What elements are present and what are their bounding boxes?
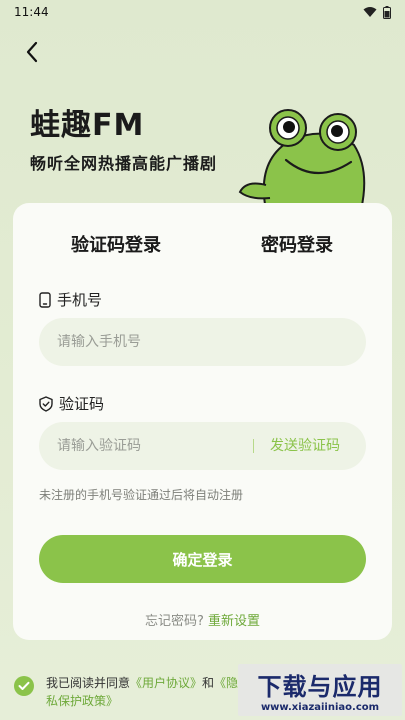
frog-mascot-image — [238, 109, 366, 210]
code-label-row: 验证码 — [39, 393, 104, 414]
brand-title: 蛙趣FM — [30, 108, 145, 143]
tab-password-login[interactable]: 密码登录 — [261, 231, 333, 257]
phone-field — [39, 318, 366, 366]
status-icons — [363, 5, 391, 19]
status-time: 11:44 — [14, 5, 49, 19]
check-icon — [18, 681, 30, 690]
agreement-checkbox[interactable] — [14, 676, 34, 696]
reset-password-link[interactable]: 重新设置 — [208, 614, 260, 629]
agreement-row: 我已阅读并同意《用户协议》和《隐私保护政策》 — [14, 674, 246, 710]
watermark-logo: 下载与应用 www.xiazaiiniao.com — [238, 664, 402, 716]
back-arrow-icon — [26, 41, 38, 63]
user-agreement-link[interactable]: 《用户协议》 — [130, 676, 202, 690]
auto-register-hint: 未注册的手机号验证通过后将自动注册 — [39, 488, 244, 502]
login-card: 验证码登录 密码登录 手机号 验证码 发送验证码 未注册的手机号验证通过后将自动… — [13, 203, 392, 640]
code-input[interactable] — [57, 438, 253, 454]
brand-slogan: 畅听全网热播高能广播剧 — [30, 154, 218, 173]
phone-input[interactable] — [57, 334, 348, 350]
code-field: 发送验证码 — [39, 422, 366, 470]
agreement-and: 和 — [202, 676, 215, 690]
tab-sms-login[interactable]: 验证码登录 — [71, 231, 161, 257]
watermark-main-text: 下载与应用 — [257, 673, 383, 701]
battery-icon — [383, 5, 391, 19]
phone-label-row: 手机号 — [39, 289, 102, 310]
agreement-text: 我已阅读并同意《用户协议》和《隐私保护政策》 — [46, 674, 246, 710]
agreement-prefix: 我已阅读并同意 — [46, 676, 131, 690]
shield-icon — [39, 395, 53, 412]
status-bar: 11:44 — [0, 0, 405, 24]
wifi-icon — [363, 7, 377, 17]
forgot-password-row: 忘记密码? 重新设置 — [13, 610, 392, 629]
phone-label: 手机号 — [57, 291, 103, 309]
confirm-login-button[interactable]: 确定登录 — [39, 535, 366, 583]
send-code-button[interactable]: 发送验证码 — [253, 439, 340, 453]
phone-icon — [39, 291, 51, 308]
code-label: 验证码 — [59, 395, 105, 413]
login-tabs: 验证码登录 密码登录 — [13, 231, 392, 265]
back-button[interactable] — [18, 38, 46, 66]
watermark-url: www.xiazaiiniao.com — [260, 702, 380, 713]
forgot-password-text: 忘记密码? — [144, 614, 204, 629]
